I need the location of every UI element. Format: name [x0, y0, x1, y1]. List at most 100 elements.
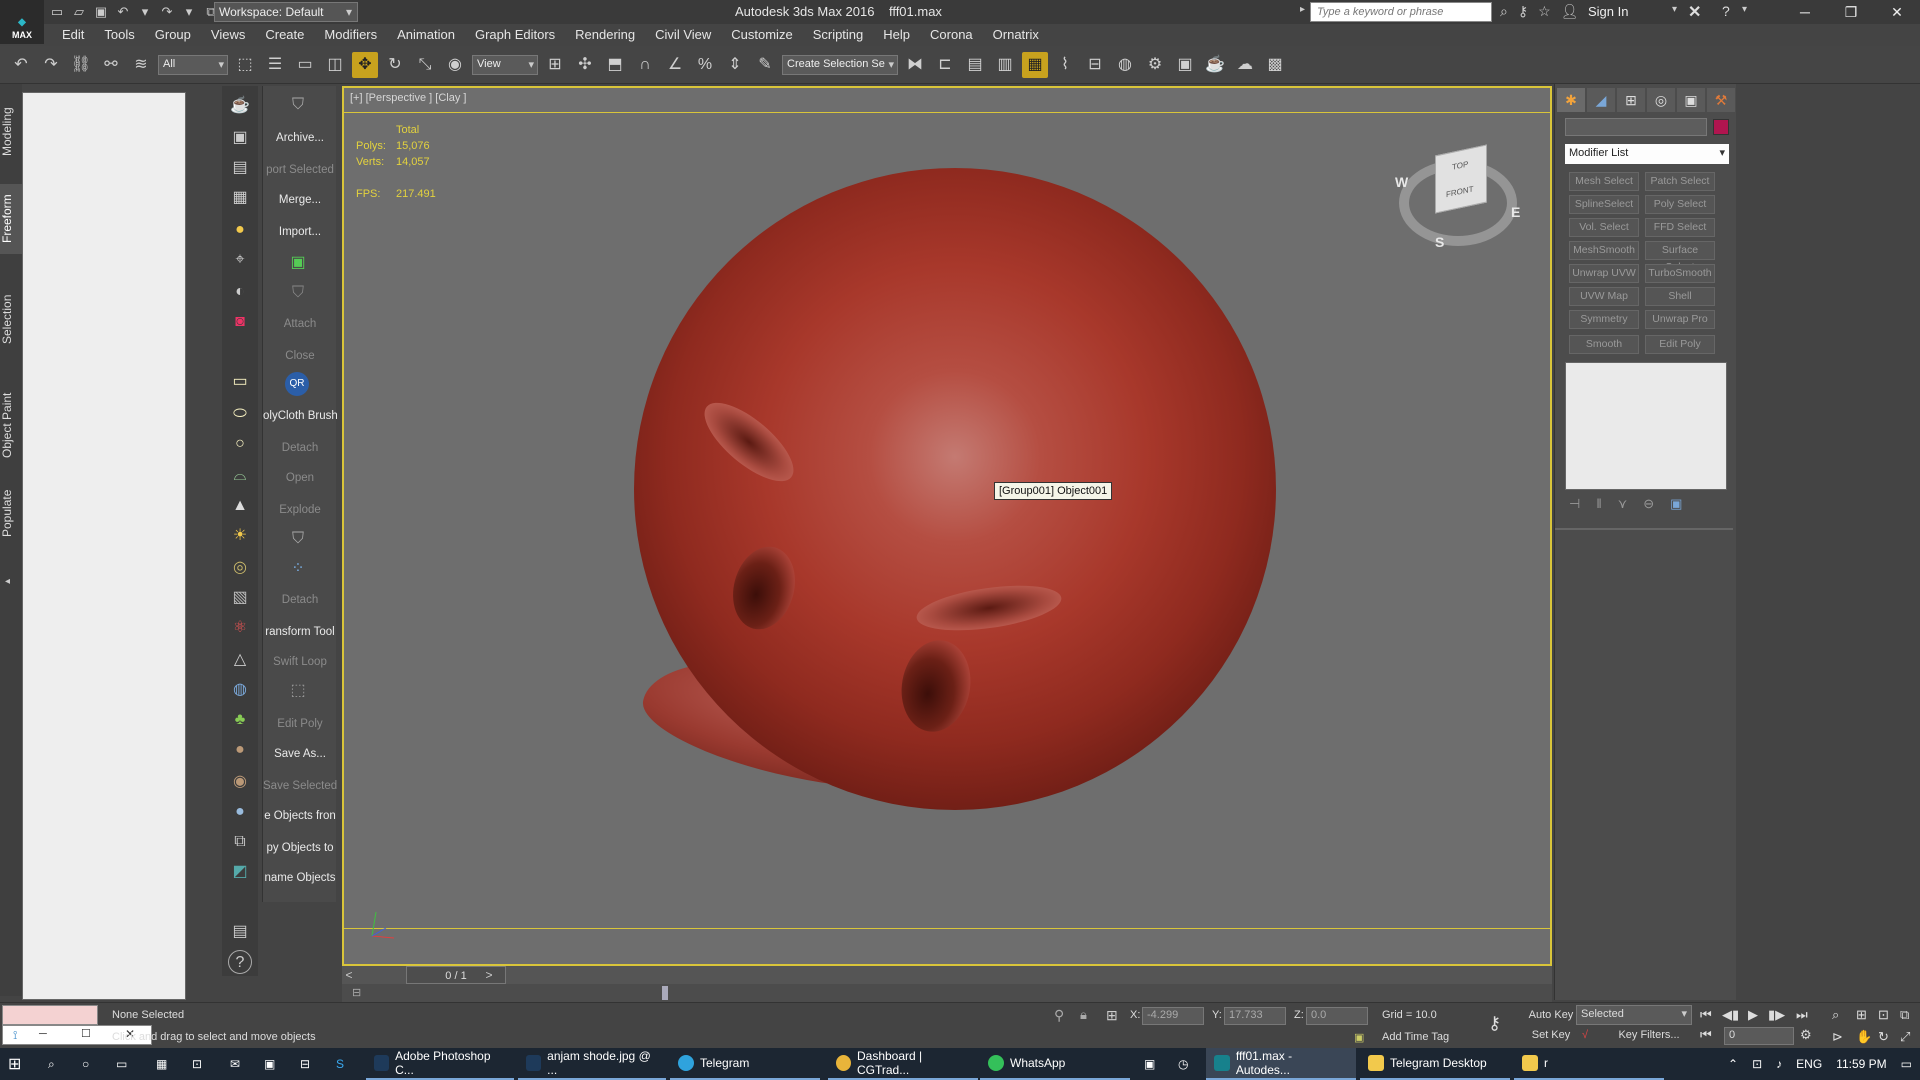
clock-app-icon[interactable]: ◷ — [1170, 1048, 1196, 1080]
script-objects-from-button[interactable]: e Objects fron — [263, 802, 337, 830]
tab-freeform[interactable]: Freeform — [0, 184, 22, 254]
zoom-extents-icon[interactable]: ⊡ — [1878, 1007, 1889, 1023]
script-export-selected-button[interactable]: port Selected — [263, 156, 337, 184]
undo-dropdown-icon[interactable]: ▾ — [136, 3, 154, 21]
disc-icon[interactable]: ⬭ — [228, 402, 252, 426]
viewcube-box[interactable]: TOP FRONT — [1435, 144, 1487, 214]
create-tab-icon[interactable]: ✱ — [1557, 88, 1585, 112]
taskbar-folder-r[interactable]: r — [1514, 1048, 1664, 1080]
render-iterative-icon[interactable]: ☁ — [1232, 52, 1258, 78]
menu-scripting[interactable]: Scripting — [803, 24, 874, 46]
time-config-icon[interactable]: ⚙ — [1800, 1027, 1812, 1043]
subscription-icon[interactable]: ⚷ — [1518, 3, 1528, 20]
calculator-icon[interactable]: ▦ — [148, 1048, 175, 1080]
taskbar-photoshop[interactable]: Adobe Photoshop C... — [366, 1048, 514, 1080]
fov-icon[interactable]: ⊳ — [1832, 1029, 1843, 1045]
mod-meshsmooth[interactable]: MeshSmooth — [1569, 241, 1639, 260]
select-by-name-icon[interactable]: ☰ — [262, 52, 288, 78]
taskbar-telegram-desktop[interactable]: Telegram Desktop — [1360, 1048, 1510, 1080]
language-indicator[interactable]: ENG — [1796, 1057, 1822, 1071]
z-coordinate-field[interactable]: 0.0 — [1306, 1007, 1368, 1025]
perspective-viewport[interactable]: [+] [Perspective ] [Clay ] Total Polys: 1… — [342, 86, 1552, 966]
next-frame-icon[interactable]: ▮▶ — [1768, 1007, 1785, 1023]
mod-uvw-map[interactable]: UVW Map — [1569, 287, 1639, 306]
help-icon[interactable]: ? — [228, 950, 252, 974]
script-rename-objects-button[interactable]: name Objects — [263, 864, 337, 892]
redo-icon[interactable]: ↷ — [38, 52, 64, 78]
menu-rendering[interactable]: Rendering — [565, 24, 645, 46]
search-input[interactable]: Type a keyword or phrase — [1310, 2, 1492, 22]
scale-icon[interactable]: ⤡ — [412, 52, 438, 78]
mod-edit-poly[interactable]: Edit Poly — [1645, 335, 1715, 354]
ribbon-expand-icon[interactable]: ◂ — [5, 576, 10, 587]
taskbar-3dsmax[interactable]: fff01.max - Autodes... — [1206, 1048, 1356, 1080]
absolute-mode-icon[interactable]: ⊞ — [1106, 1007, 1118, 1024]
place-icon[interactable]: ◉ — [442, 52, 468, 78]
isolate-icon[interactable]: ⚲ — [1054, 1007, 1064, 1024]
rock-icon[interactable]: ● — [228, 738, 252, 762]
mod-patch-select[interactable]: Patch Select — [1645, 172, 1715, 191]
trackbar-filter-icon[interactable]: ⊟ — [352, 986, 361, 999]
layers-icon[interactable]: ⧉ — [228, 830, 252, 854]
menu-ornatrix[interactable]: Ornatrix — [983, 24, 1049, 46]
keyboard-shortcut-icon[interactable]: ⬒ — [602, 52, 628, 78]
selection-filter-dropdown[interactable]: All — [158, 54, 228, 75]
notifications-icon[interactable]: ▭ — [1901, 1057, 1912, 1071]
script-detach-button-2[interactable]: Detach — [263, 586, 337, 614]
cone-icon[interactable]: ▲ — [228, 494, 252, 518]
tray-network-icon[interactable]: ⊡ — [1752, 1057, 1762, 1071]
y-coordinate-field[interactable]: 17.733 — [1224, 1007, 1286, 1025]
taskbar-photoshop-doc[interactable]: anjam shode.jpg @ ... — [518, 1048, 666, 1080]
film-icon[interactable]: ◙ — [228, 310, 252, 334]
taskbar-telegram[interactable]: Telegram — [670, 1048, 820, 1080]
key-filters-button[interactable]: Key Filters... — [1606, 1025, 1692, 1045]
zoom-extents-all-icon[interactable]: ⧉ — [1900, 1007, 1909, 1023]
menu-help[interactable]: Help — [873, 24, 920, 46]
bind-spacewarp-icon[interactable]: ≋ — [128, 52, 154, 78]
open-file-icon[interactable]: ▱ — [70, 3, 88, 21]
script-save-selected-button[interactable]: Save Selected — [263, 772, 337, 800]
script-import-button[interactable]: Import... — [263, 218, 337, 246]
max-logo-icon[interactable]: ◆ MAX — [0, 0, 44, 44]
tab-object-paint[interactable]: Object Paint — [0, 380, 22, 470]
time-prev-icon[interactable]: < — [342, 966, 356, 984]
edit-named-sets-icon[interactable]: ✎ — [752, 52, 778, 78]
mirror-icon[interactable]: ⧓ — [902, 52, 928, 78]
mesh-sphere-object[interactable] — [634, 168, 1276, 810]
grid-icon[interactable]: ▧ — [228, 586, 252, 610]
goto-end-icon[interactable]: ⏭ — [1796, 1007, 1808, 1023]
align-icon[interactable]: ⊏ — [932, 52, 958, 78]
volume-icon[interactable]: ♪ — [1776, 1057, 1782, 1071]
sign-in-button[interactable]: Sign In — [1588, 4, 1628, 19]
list-icon[interactable]: ▤ — [228, 156, 252, 180]
restore-icon[interactable]: ❐ — [1828, 0, 1874, 24]
time-tag-icon[interactable]: ▣ — [1354, 1031, 1364, 1044]
key-selection-dropdown[interactable]: Selected — [1576, 1005, 1692, 1025]
exchange-icon[interactable]: ✕ — [1688, 2, 1701, 22]
menu-corona[interactable]: Corona — [920, 24, 983, 46]
grass-icon[interactable]: ♣ — [228, 708, 252, 732]
script-transform-tool-button[interactable]: ransform Tool — [263, 618, 337, 646]
plane-icon[interactable]: ▭ — [228, 370, 252, 394]
undo-icon[interactable]: ↶ — [114, 3, 132, 21]
time-slider[interactable]: < 0 / 1 > — [342, 966, 1552, 984]
tab-selection[interactable]: Selection — [0, 284, 22, 354]
named-selection-sets-dropdown[interactable]: Create Selection Se — [782, 54, 898, 75]
set-key-icon[interactable]: ⚷ — [1488, 1013, 1501, 1034]
search-icon[interactable]: ⌕ — [40, 1048, 63, 1080]
menu-modifiers[interactable]: Modifiers — [314, 24, 387, 46]
key-mode-toggle-icon[interactable]: ⏮ — [1700, 1027, 1712, 1043]
rendered-frame-icon[interactable]: ▣ — [1172, 52, 1198, 78]
scanner-icon[interactable]: ▣ — [1136, 1048, 1163, 1080]
current-frame-field[interactable]: 0 — [1724, 1027, 1794, 1045]
utilities-tab-icon[interactable]: ⚒ — [1707, 88, 1735, 112]
unlink-icon[interactable]: ⚯ — [98, 52, 124, 78]
add-time-tag-button[interactable]: Add Time Tag — [1382, 1031, 1449, 1043]
maxscript-listener-input[interactable] — [2, 1005, 98, 1025]
taskbar-whatsapp[interactable]: WhatsApp — [980, 1048, 1130, 1080]
mod-mesh-select[interactable]: Mesh Select — [1569, 172, 1639, 191]
zoom-all-icon[interactable]: ⊞ — [1856, 1007, 1867, 1023]
script-explode-button[interactable]: Explode — [263, 496, 337, 524]
menu-tools[interactable]: Tools — [94, 24, 144, 46]
mod-unwrap-pro[interactable]: Unwrap Pro — [1645, 310, 1715, 329]
